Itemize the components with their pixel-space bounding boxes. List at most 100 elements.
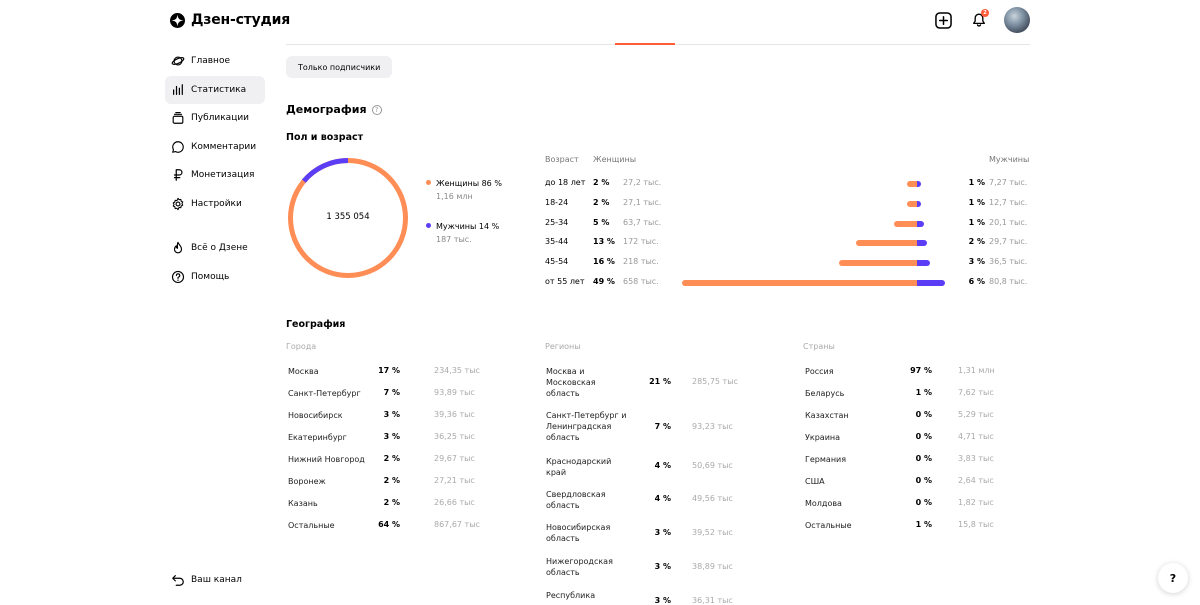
active-tab-indicator [615, 43, 675, 45]
men-bar [917, 240, 928, 246]
demography-help-icon[interactable]: ? [371, 104, 382, 115]
age-row: 35-44 13 % 172 тыс. 2 % 29,7 тыс. [545, 237, 1030, 249]
legend-women: Женщины 86 % 1,16 млн [426, 179, 502, 201]
gender-age-title: Пол и возраст [286, 132, 364, 143]
women-count: 27,1 тыс. [623, 198, 662, 207]
men-count: 20,1 тыс. [989, 218, 1028, 227]
city-count: 867,67 тыс [434, 520, 480, 529]
app-title: Дзен-студия [191, 12, 291, 28]
plus-square-icon [934, 11, 952, 29]
country-pct: 0 % [915, 432, 932, 441]
bar-chart-icon [173, 83, 183, 95]
question-circle-icon [171, 270, 185, 283]
region-pct: 3 % [654, 596, 671, 605]
region-name: Нижегородская область [546, 557, 613, 577]
sidebar-item-main[interactable]: Главное [165, 47, 265, 75]
region-pct: 7 % [654, 422, 671, 431]
city-pct: 64 % [378, 520, 400, 529]
men-count: 12,7 тыс. [989, 198, 1028, 207]
avatar[interactable] [1004, 7, 1030, 33]
women-column-header: Женщины [593, 155, 637, 164]
men-column-header: Мужчины [989, 155, 1030, 164]
country-name: Молдова [805, 499, 842, 508]
sidebar-item-publications[interactable]: Публикации [165, 104, 265, 132]
country-pct: 97 % [910, 366, 932, 375]
create-button[interactable] [932, 9, 954, 31]
women-pct: 2 % [593, 198, 610, 207]
region-name: Новосибирская область [546, 523, 611, 543]
region-pct: 4 % [654, 494, 671, 503]
subscribers-only-chip[interactable]: Только подписчики [286, 56, 393, 78]
city-count: 36,25 тыс [434, 432, 475, 441]
country-name: Казахстан [805, 411, 849, 420]
planet-icon [171, 56, 185, 66]
country-count: 7,62 тыс [958, 388, 994, 397]
men-bar [917, 201, 922, 207]
city-count: 29,67 тыс [434, 454, 475, 463]
women-pct: 16 % [593, 257, 615, 266]
women-count: 63,7 тыс. [623, 218, 662, 227]
your-channel-link[interactable]: Ваш канал [165, 566, 242, 594]
country-count: 2,64 тыс [958, 476, 994, 485]
sidebar-item-label: Помощь [191, 271, 230, 282]
men-bar [917, 221, 925, 227]
back-arrow-icon [172, 575, 184, 586]
country-pct: 0 % [915, 454, 932, 463]
men-bar [917, 260, 930, 266]
comment-icon [172, 140, 184, 153]
women-count: 658 тыс. [623, 277, 659, 286]
audience-total: 1 355 054 [326, 212, 370, 222]
men-dot [426, 223, 431, 228]
women-count: 27,2 тыс. [623, 178, 662, 187]
ruble-icon [173, 169, 183, 181]
geography-title: География [286, 319, 346, 330]
notifications-button[interactable]: 2 [968, 9, 990, 31]
sidebar-item-label: Настройки [191, 198, 242, 209]
women-bar [894, 221, 917, 227]
women-dot [426, 180, 431, 185]
region-count: 285,75 тыс [692, 377, 738, 386]
men-pct: 2 % [968, 237, 985, 246]
city-pct: 2 % [383, 498, 400, 507]
region-pct: 21 % [649, 377, 671, 386]
women-bar [855, 240, 917, 246]
sidebar-item-label: Комментарии [191, 141, 257, 152]
age-label: до 18 лет [545, 178, 586, 187]
zen-logo-icon [170, 12, 185, 28]
men-pct: 1 % [968, 198, 985, 207]
sidebar-item-comments[interactable]: Комментарии [165, 133, 265, 161]
city-count: 27,21 тыс [434, 476, 475, 485]
country-pct: 0 % [915, 476, 932, 485]
country-count: 1,82 тыс [958, 498, 994, 507]
country-name: США [805, 477, 825, 486]
city-count: 26,66 тыс [434, 498, 475, 507]
country-count: 5,29 тыс [958, 410, 994, 419]
sidebar-item-about-zen[interactable]: Всё о Дзене [165, 234, 265, 262]
region-pct: 3 % [654, 562, 671, 571]
your-channel-label: Ваш канал [191, 575, 242, 585]
demography-title: Демография ? [286, 103, 382, 116]
notifications-badge: 2 [981, 9, 989, 17]
country-count: 15,8 тыс [958, 520, 994, 529]
help-button[interactable]: ? [1158, 563, 1188, 593]
sidebar-item-settings[interactable]: Настройки [165, 190, 265, 218]
country-pct: 0 % [915, 498, 932, 507]
region-count: 93,23 тыс [692, 422, 733, 431]
sidebar-item-label: Главное [191, 56, 230, 66]
age-row: от 55 лет 49 % 658 тыс. 6 % 80,8 тыс. [545, 277, 1030, 289]
country-name: Беларусь [805, 389, 845, 398]
sidebar-item-help[interactable]: Помощь [165, 263, 265, 291]
men-count: 29,7 тыс. [989, 237, 1028, 246]
country-count: 3,83 тыс [958, 454, 994, 463]
logo[interactable]: Дзен-студия [170, 10, 290, 30]
country-name: Остальные [805, 521, 852, 530]
age-row: 18-24 2 % 27,1 тыс. 1 % 12,7 тыс. [545, 198, 1030, 210]
men-pct: 6 % [968, 277, 985, 286]
sidebar-item-monetization[interactable]: Монетизация [165, 161, 265, 189]
sidebar-item-statistics[interactable]: Статистика [165, 75, 265, 104]
gear-icon [172, 197, 184, 210]
country-pct: 0 % [915, 410, 932, 419]
regions-header: Регионы [545, 342, 581, 351]
city-pct: 7 % [383, 388, 400, 397]
region-count: 36,31 тыс [692, 596, 733, 605]
